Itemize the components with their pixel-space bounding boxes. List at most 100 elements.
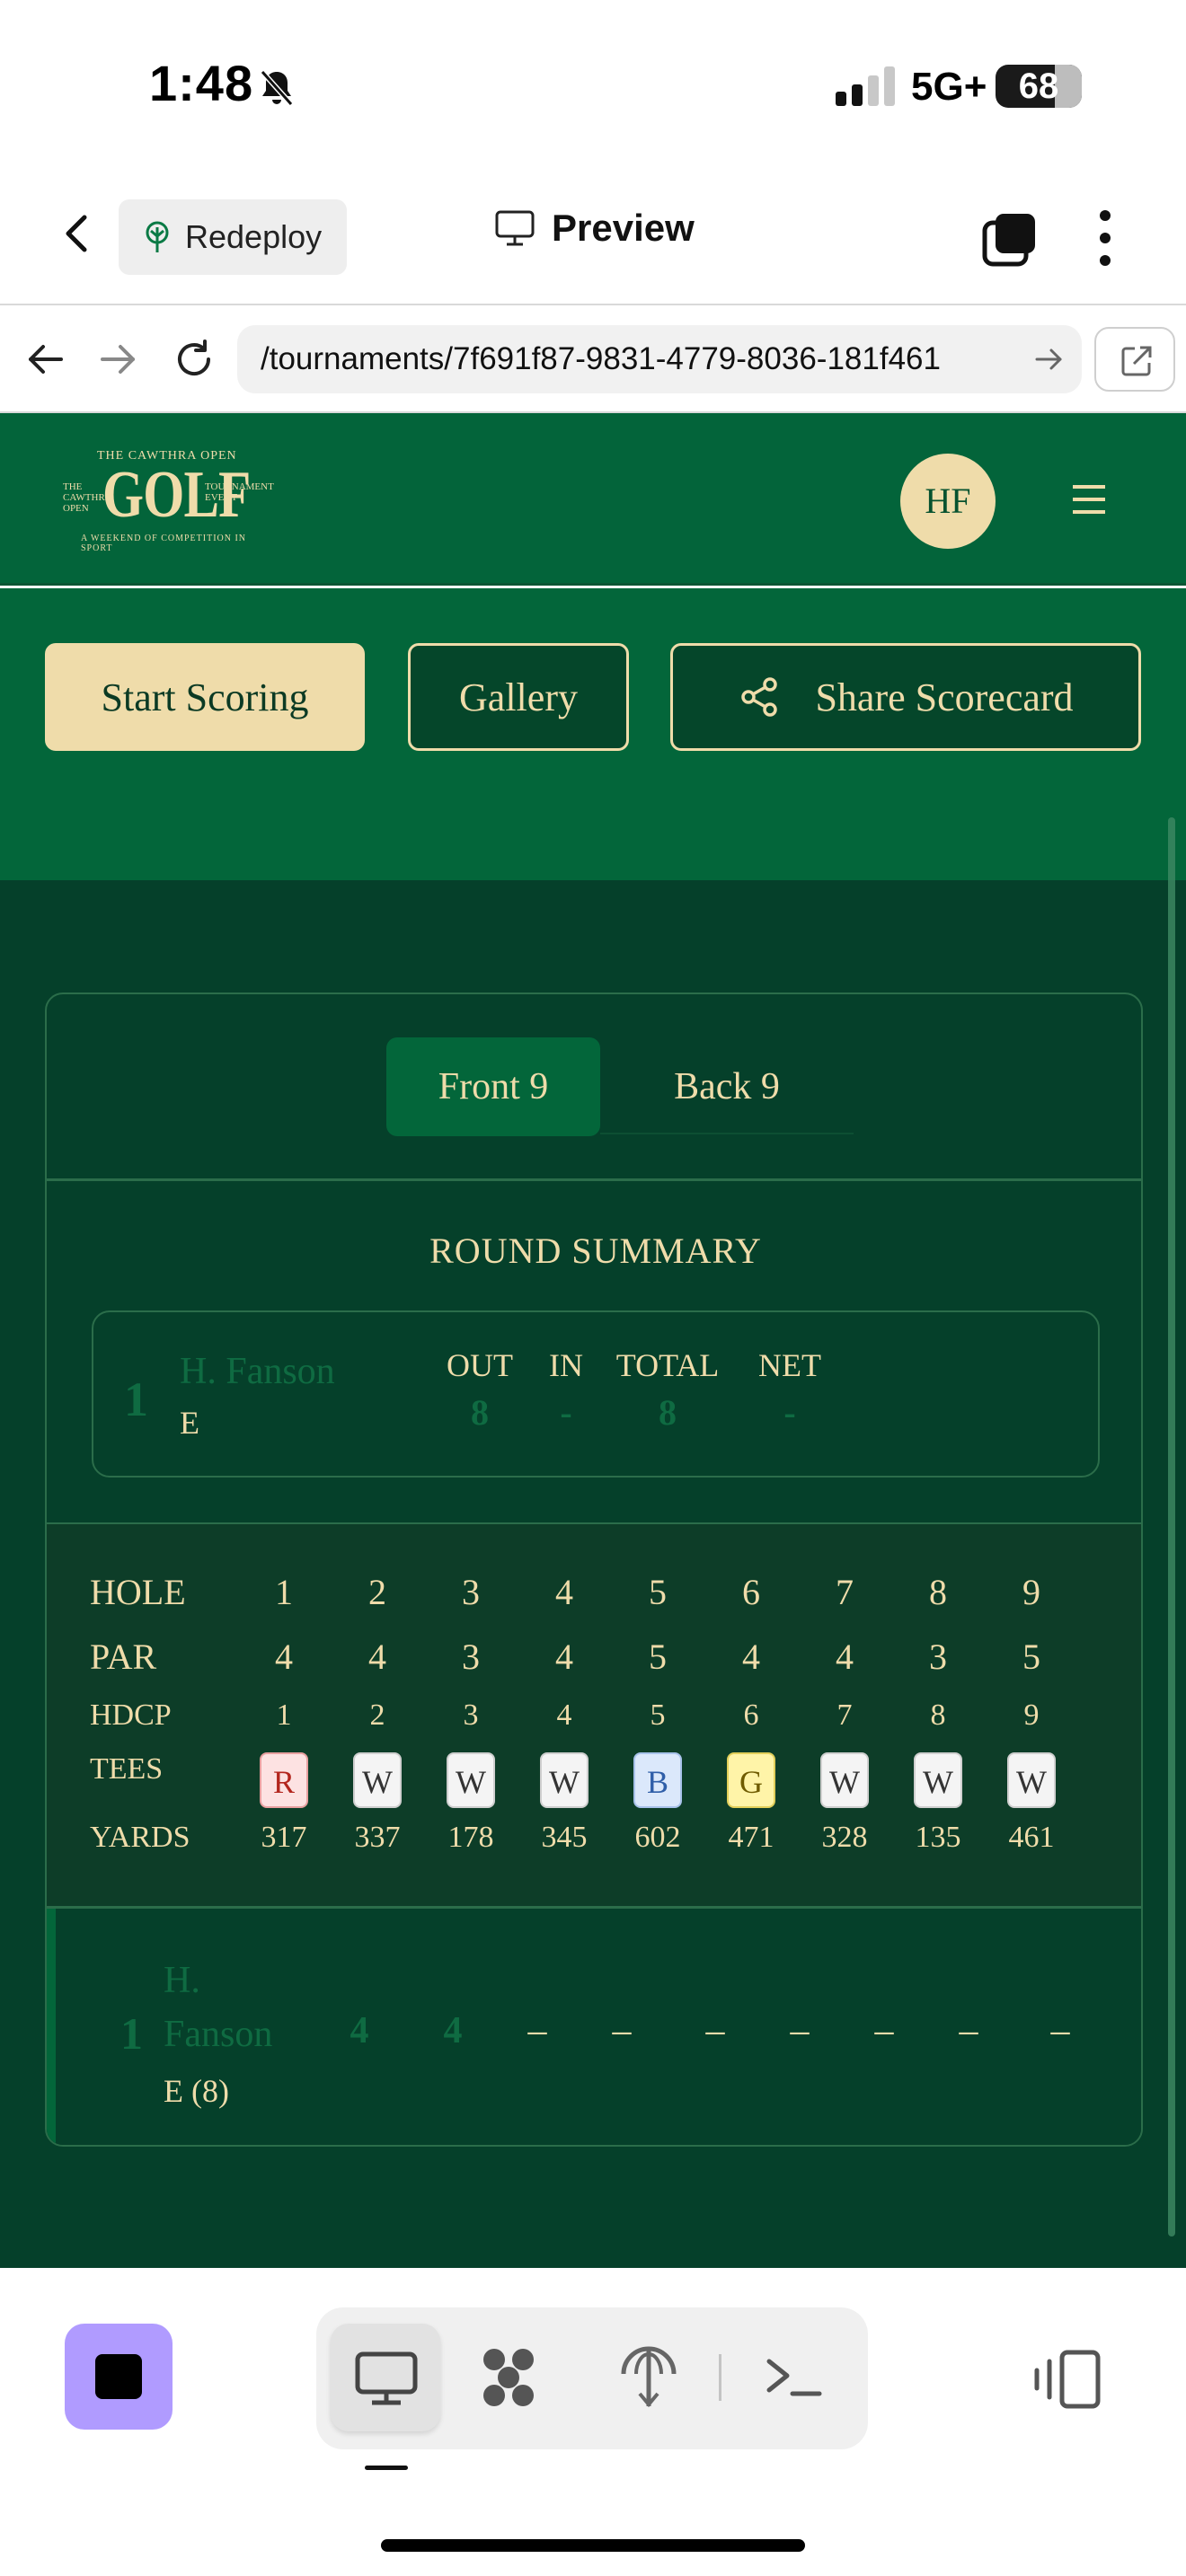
divider: [47, 1178, 1141, 1181]
scorecard-card: Front 9 Back 9 ROUND SUMMARY 1 H. Fanson…: [45, 992, 1143, 2147]
stop-button[interactable]: [65, 2324, 173, 2430]
hole-score-cell[interactable]: –: [1024, 2009, 1096, 2052]
redeploy-button[interactable]: Redeploy: [119, 199, 347, 275]
browser-url-bar: /tournaments/7f691f87-9831-4779-8036-181…: [0, 307, 1186, 413]
view-switcher: [316, 2307, 868, 2449]
tees-row-label: TEES: [90, 1752, 164, 1786]
tab-back-9[interactable]: Back 9: [600, 1037, 854, 1136]
tee-badge: R: [260, 1752, 308, 1808]
summary-out: OUT 8: [447, 1347, 513, 1433]
signal-icon: [836, 66, 895, 106]
scrollbar[interactable]: [1168, 817, 1175, 2236]
stop-icon: [95, 2354, 142, 2399]
hole-score-cell[interactable]: 4: [323, 2009, 395, 2052]
home-indicator: [381, 2539, 805, 2552]
hole-row-label: HOLE: [90, 1572, 186, 1612]
round-summary-box: 1 H. Fanson E OUT 8 IN - TOTAL 8 NET -: [92, 1310, 1100, 1478]
nine-selector: Front 9 Back 9: [386, 1037, 854, 1136]
hdcp-row-label: HDCP: [90, 1698, 172, 1732]
status-time: 1:48: [149, 55, 254, 111]
hdcp-value: 5: [650, 1698, 666, 1732]
app-bar: Redeploy Preview: [0, 171, 1186, 305]
workflow-icon[interactable]: [471, 2340, 546, 2415]
yards-value: 317: [261, 1821, 307, 1854]
deploy-icon[interactable]: [611, 2340, 686, 2415]
go-arrow-icon[interactable]: [1033, 343, 1066, 375]
arrow-right-icon[interactable]: [93, 334, 144, 384]
gallery-button[interactable]: Gallery: [408, 643, 629, 751]
yards-value: 135: [915, 1821, 961, 1854]
round-summary-title: ROUND SUMMARY: [429, 1231, 762, 1271]
monitor-icon: [495, 210, 535, 246]
hole-score-cell[interactable]: –: [501, 2009, 573, 2052]
hdcp-value: 4: [556, 1698, 572, 1732]
player-rank: 1: [120, 2008, 143, 2059]
hdcp-value: 1: [276, 1698, 292, 1732]
start-scoring-button[interactable]: Start Scoring: [45, 643, 365, 751]
hole-info-table: HOLE PAR HDCP TEES YARDS 123456789443454…: [47, 1522, 1141, 1909]
preview-label: Preview: [552, 207, 695, 249]
hole-score-cell[interactable]: –: [933, 2009, 1005, 2052]
share-scorecard-button[interactable]: Share Scorecard: [670, 643, 1141, 751]
chevron-left-icon[interactable]: [52, 208, 102, 259]
terminal-icon[interactable]: [757, 2340, 832, 2415]
separator: [719, 2354, 721, 2401]
tee-badge: W: [353, 1752, 402, 1808]
par-value: 4: [368, 1636, 386, 1677]
scorecard-section: Front 9 Back 9 ROUND SUMMARY 1 H. Fanson…: [0, 880, 1186, 2268]
panel-toggle-icon[interactable]: [1031, 2347, 1103, 2412]
tab-front-9[interactable]: Front 9: [386, 1037, 600, 1136]
yards-value: 328: [821, 1821, 868, 1854]
share-scorecard-label: Share Scorecard: [815, 675, 1074, 719]
hole-number: 1: [275, 1572, 293, 1612]
yards-value: 471: [728, 1821, 774, 1854]
player-name-first: H.: [164, 1960, 200, 2001]
active-indicator: [365, 2466, 408, 2470]
tabs-icon[interactable]: [981, 210, 1039, 268]
hole-number: 9: [1022, 1572, 1040, 1612]
tree-icon: [146, 221, 169, 252]
par-value: 5: [1022, 1636, 1040, 1677]
player-score-row[interactable]: 1 H. Fanson E (8) 4 4– – – – – – –: [47, 1909, 1141, 2145]
hole-score-cell[interactable]: –: [679, 2009, 751, 2052]
preview-title[interactable]: Preview: [494, 207, 695, 250]
hdcp-value: 8: [930, 1698, 946, 1732]
more-options-icon[interactable]: [1087, 207, 1123, 269]
player-to-par-total: E (8): [164, 2073, 229, 2109]
hole-number: 6: [742, 1572, 760, 1612]
reload-icon[interactable]: [169, 334, 219, 384]
tee-badge: W: [820, 1752, 869, 1808]
status-bar: 1:48 5G+ 68: [0, 0, 1186, 171]
par-value: 3: [462, 1636, 480, 1677]
par-value: 4: [836, 1636, 854, 1677]
tee-badge: W: [447, 1752, 495, 1808]
hole-number: 4: [555, 1572, 573, 1612]
hdcp-value: 2: [369, 1698, 385, 1732]
site-header: THE CAWTHRA OPEN THE CAWTHRA OPEN GOLF TOU…: [0, 413, 1186, 586]
monitor-icon: [355, 2351, 418, 2405]
url-input[interactable]: /tournaments/7f691f87-9831-4779-8036-181…: [237, 325, 1082, 393]
tee-badge: W: [914, 1752, 962, 1808]
hole-number: 3: [462, 1572, 480, 1612]
hole-score-cell[interactable]: –: [764, 2009, 836, 2052]
menu-icon[interactable]: [1071, 483, 1107, 516]
hole-number: 2: [368, 1572, 386, 1612]
yards-value: 461: [1008, 1821, 1055, 1854]
tee-badge: G: [727, 1752, 775, 1808]
tee-badge: W: [540, 1752, 589, 1808]
par-row-label: PAR: [90, 1636, 157, 1677]
hole-score-cell[interactable]: –: [586, 2009, 658, 2052]
summary-net: NET -: [758, 1347, 821, 1433]
yards-value: 345: [541, 1821, 588, 1854]
yards-value: 337: [354, 1821, 401, 1854]
hole-score-cell[interactable]: –: [848, 2009, 920, 2052]
user-avatar[interactable]: HF: [900, 454, 996, 549]
cawthra-open-golf-logo[interactable]: THE CAWTHRA OPEN THE CAWTHRA OPEN GOLF TOU…: [56, 447, 274, 555]
hole-number: 5: [649, 1572, 667, 1612]
par-value: 4: [742, 1636, 760, 1677]
open-external-button[interactable]: [1094, 327, 1175, 392]
summary-in: IN -: [549, 1347, 583, 1433]
row-accent: [47, 1909, 56, 2145]
hole-score-cell[interactable]: 4: [417, 2009, 489, 2052]
arrow-left-icon[interactable]: [20, 334, 70, 384]
